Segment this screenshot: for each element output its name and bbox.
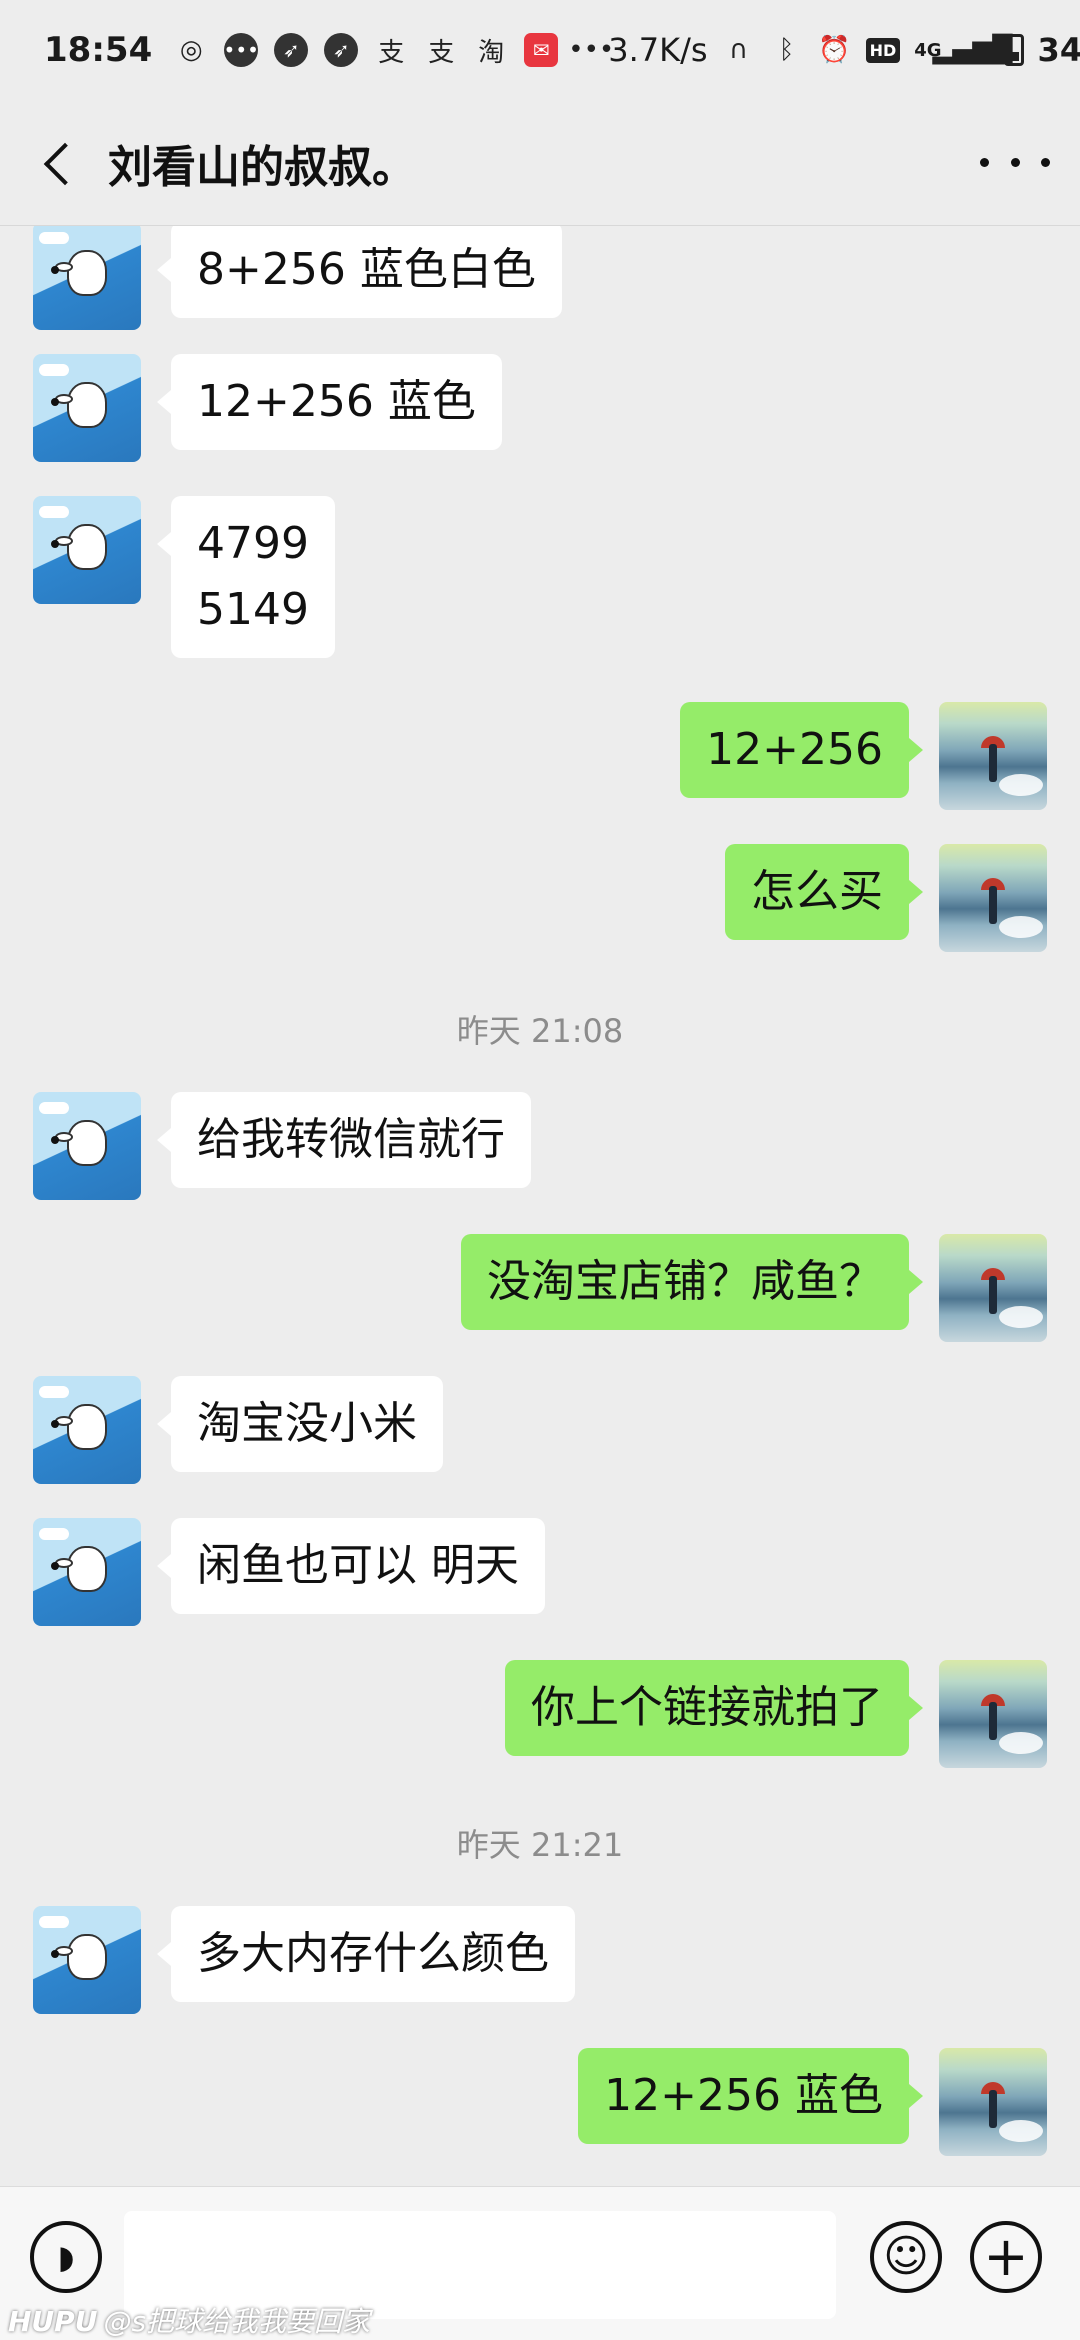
more-icon[interactable] (980, 143, 1050, 183)
message-row: 淘宝没小米 (0, 1376, 1080, 1484)
status-right: 3.7K/s ∩ ᛒ ⏰ HD 4G ▂▄▆█ 34% (608, 31, 1080, 69)
message-row: 怎么买 (0, 844, 1080, 952)
message-timestamp: 昨天 21:21 (456, 1826, 624, 1864)
taobao-icon: 淘 (478, 37, 505, 68)
status-bar: 18:54 ◎ ••• ➶ ➶ 支 支 淘 ✉ ••• 3.7K/s ∩ ᛒ ⏰… (0, 0, 1080, 100)
watermark-brand: HUPU (8, 2305, 98, 2338)
app-red-icon: ✉ (524, 33, 559, 67)
bird-icon: ➶ (324, 33, 359, 67)
message-bubble[interactable]: 12+256 (680, 702, 923, 798)
my-avatar[interactable] (939, 1660, 1047, 1768)
message-bubble[interactable]: 没淘宝店铺？咸鱼？ (461, 1234, 923, 1330)
my-avatar[interactable] (939, 2048, 1047, 2156)
message-row: 你上个链接就拍了 (0, 1660, 1080, 1768)
message-bubble[interactable]: 你上个链接就拍了 (505, 1660, 923, 1756)
message-row: 多大内存什么颜色 (0, 1906, 1080, 2014)
message-bubble[interactable]: 多大内存什么颜色 (157, 1906, 575, 2002)
headphones-icon: ∩ (729, 35, 749, 65)
battery-icon (1003, 34, 1024, 66)
back-icon[interactable] (30, 133, 90, 193)
message-icon: ••• (224, 33, 259, 67)
battery-percent: 34% (1037, 31, 1080, 69)
net-speed: 3.7K/s (608, 31, 708, 69)
message-row: 12+256 蓝色 (0, 2048, 1080, 2156)
message-list[interactable]: 8+256 蓝色白色 12+256 蓝色 4799 5149 12+256 怎么… (0, 226, 1080, 2186)
my-avatar[interactable] (939, 1234, 1047, 1342)
message-row: 没淘宝店铺？咸鱼？ (0, 1234, 1080, 1342)
bluetooth-icon: ᛒ (778, 35, 795, 65)
contact-avatar[interactable] (33, 1376, 141, 1484)
alipay-icon: 支 (428, 37, 455, 68)
watermark-text: @s把球给我我要回家 (103, 2305, 371, 2338)
my-avatar[interactable] (939, 844, 1047, 952)
netease-music-icon: ◎ (179, 35, 203, 65)
message-bubble[interactable]: 闲鱼也可以 明天 (157, 1518, 545, 1614)
message-row: 12+256 蓝色 (0, 354, 1080, 462)
contact-avatar[interactable] (33, 354, 141, 462)
alipay-icon: 支 (378, 37, 405, 68)
bird-icon: ➶ (274, 33, 309, 67)
my-avatar[interactable] (939, 702, 1047, 810)
message-bubble[interactable]: 4799 5149 (157, 496, 335, 658)
message-row: 12+256 (0, 702, 1080, 810)
message-row: 闲鱼也可以 明天 (0, 1518, 1080, 1626)
message-bubble[interactable]: 给我转微信就行 (157, 1092, 531, 1188)
message-bubble[interactable]: 怎么买 (725, 844, 923, 940)
contact-avatar[interactable] (33, 1092, 141, 1200)
message-bubble[interactable]: 淘宝没小米 (157, 1376, 443, 1472)
more-dots-icon: ••• (568, 35, 615, 65)
signal-icon: ▂▄▆█ (932, 35, 1013, 65)
message-row: 8+256 蓝色白色 (0, 226, 1080, 330)
hd-badge: HD (865, 37, 901, 63)
emoji-icon[interactable]: ☺ (870, 2221, 942, 2293)
chat-header: 刘看山的叔叔。 (0, 100, 1080, 226)
message-timestamp: 昨天 21:08 (456, 1012, 624, 1050)
message-row: 4799 5149 (0, 496, 1080, 658)
plus-icon[interactable]: + (970, 2221, 1042, 2293)
message-bubble[interactable]: 12+256 蓝色 (578, 2048, 923, 2144)
message-row: 给我转微信就行 (0, 1092, 1080, 1200)
contact-avatar[interactable] (33, 1906, 141, 2014)
alarm-icon: ⏰ (818, 35, 851, 65)
notification-icons: ◎ ••• ➶ ➶ 支 支 淘 ✉ ••• (174, 33, 615, 68)
status-time: 18:54 (44, 30, 153, 70)
message-bubble[interactable]: 12+256 蓝色 (157, 354, 502, 450)
contact-avatar[interactable] (33, 226, 141, 330)
contact-avatar[interactable] (33, 1518, 141, 1626)
chat-title: 刘看山的叔叔。 (108, 141, 416, 193)
watermark: HUPU @s把球给我我要回家 (8, 2300, 370, 2340)
message-bubble[interactable]: 8+256 蓝色白色 (157, 226, 562, 318)
voice-icon[interactable]: ◗ (30, 2221, 102, 2293)
contact-avatar[interactable] (33, 496, 141, 604)
